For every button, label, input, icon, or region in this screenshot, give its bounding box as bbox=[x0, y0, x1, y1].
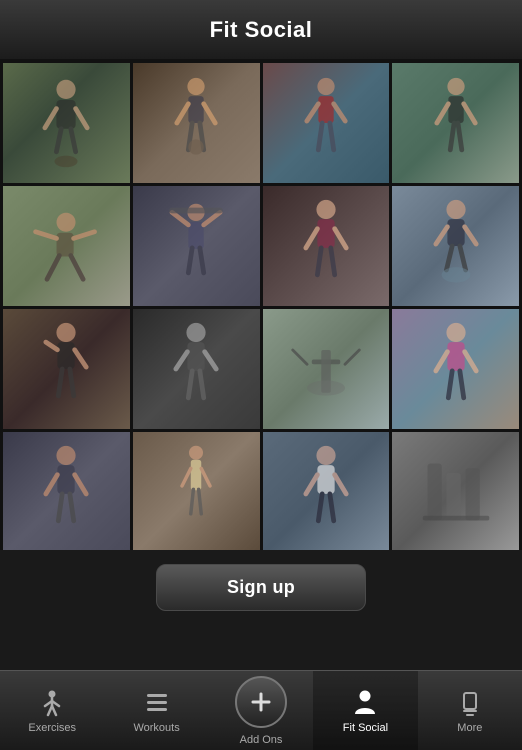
photo-cell[interactable] bbox=[3, 309, 130, 429]
tab-more[interactable]: More bbox=[418, 671, 522, 750]
more-icon bbox=[455, 688, 485, 718]
photo-cell[interactable] bbox=[392, 186, 519, 306]
photo-cell[interactable] bbox=[263, 309, 390, 429]
tab-workouts-label: Workouts bbox=[133, 722, 179, 734]
photo-cell[interactable] bbox=[133, 186, 260, 306]
photo-cell[interactable] bbox=[263, 186, 390, 306]
tab-fitsocial-label: Fit Social bbox=[343, 722, 388, 734]
signup-section: Sign up bbox=[0, 550, 522, 625]
photo-cell[interactable] bbox=[3, 186, 130, 306]
photo-cell[interactable] bbox=[3, 432, 130, 550]
add-circle bbox=[235, 676, 287, 728]
photo-cell[interactable] bbox=[263, 432, 390, 550]
photo-cell[interactable] bbox=[392, 432, 519, 550]
photo-cell[interactable] bbox=[263, 63, 390, 183]
person-icon bbox=[350, 688, 380, 718]
photo-cell[interactable] bbox=[392, 309, 519, 429]
photo-cell[interactable] bbox=[133, 63, 260, 183]
app-header: Fit Social bbox=[0, 0, 522, 60]
exercise-icon bbox=[37, 688, 67, 718]
tab-fitsocial[interactable]: Fit Social bbox=[313, 671, 417, 750]
tab-workouts[interactable]: Workouts bbox=[104, 671, 208, 750]
workouts-icon bbox=[142, 688, 172, 718]
photo-cell[interactable] bbox=[133, 432, 260, 550]
tab-exercises-label: Exercises bbox=[28, 722, 76, 734]
tab-addons[interactable]: Add Ons bbox=[209, 671, 313, 750]
app-title: Fit Social bbox=[210, 17, 313, 43]
photo-cell[interactable] bbox=[133, 309, 260, 429]
tab-exercises[interactable]: Exercises bbox=[0, 671, 104, 750]
tab-addons-label: Add Ons bbox=[240, 734, 283, 746]
tab-more-label: More bbox=[457, 722, 482, 734]
photo-cell[interactable] bbox=[392, 63, 519, 183]
photo-grid bbox=[0, 60, 522, 550]
signup-button[interactable]: Sign up bbox=[156, 564, 366, 611]
photo-cell[interactable] bbox=[3, 63, 130, 183]
tab-bar: Exercises Workouts Add Ons Fit S bbox=[0, 670, 522, 750]
